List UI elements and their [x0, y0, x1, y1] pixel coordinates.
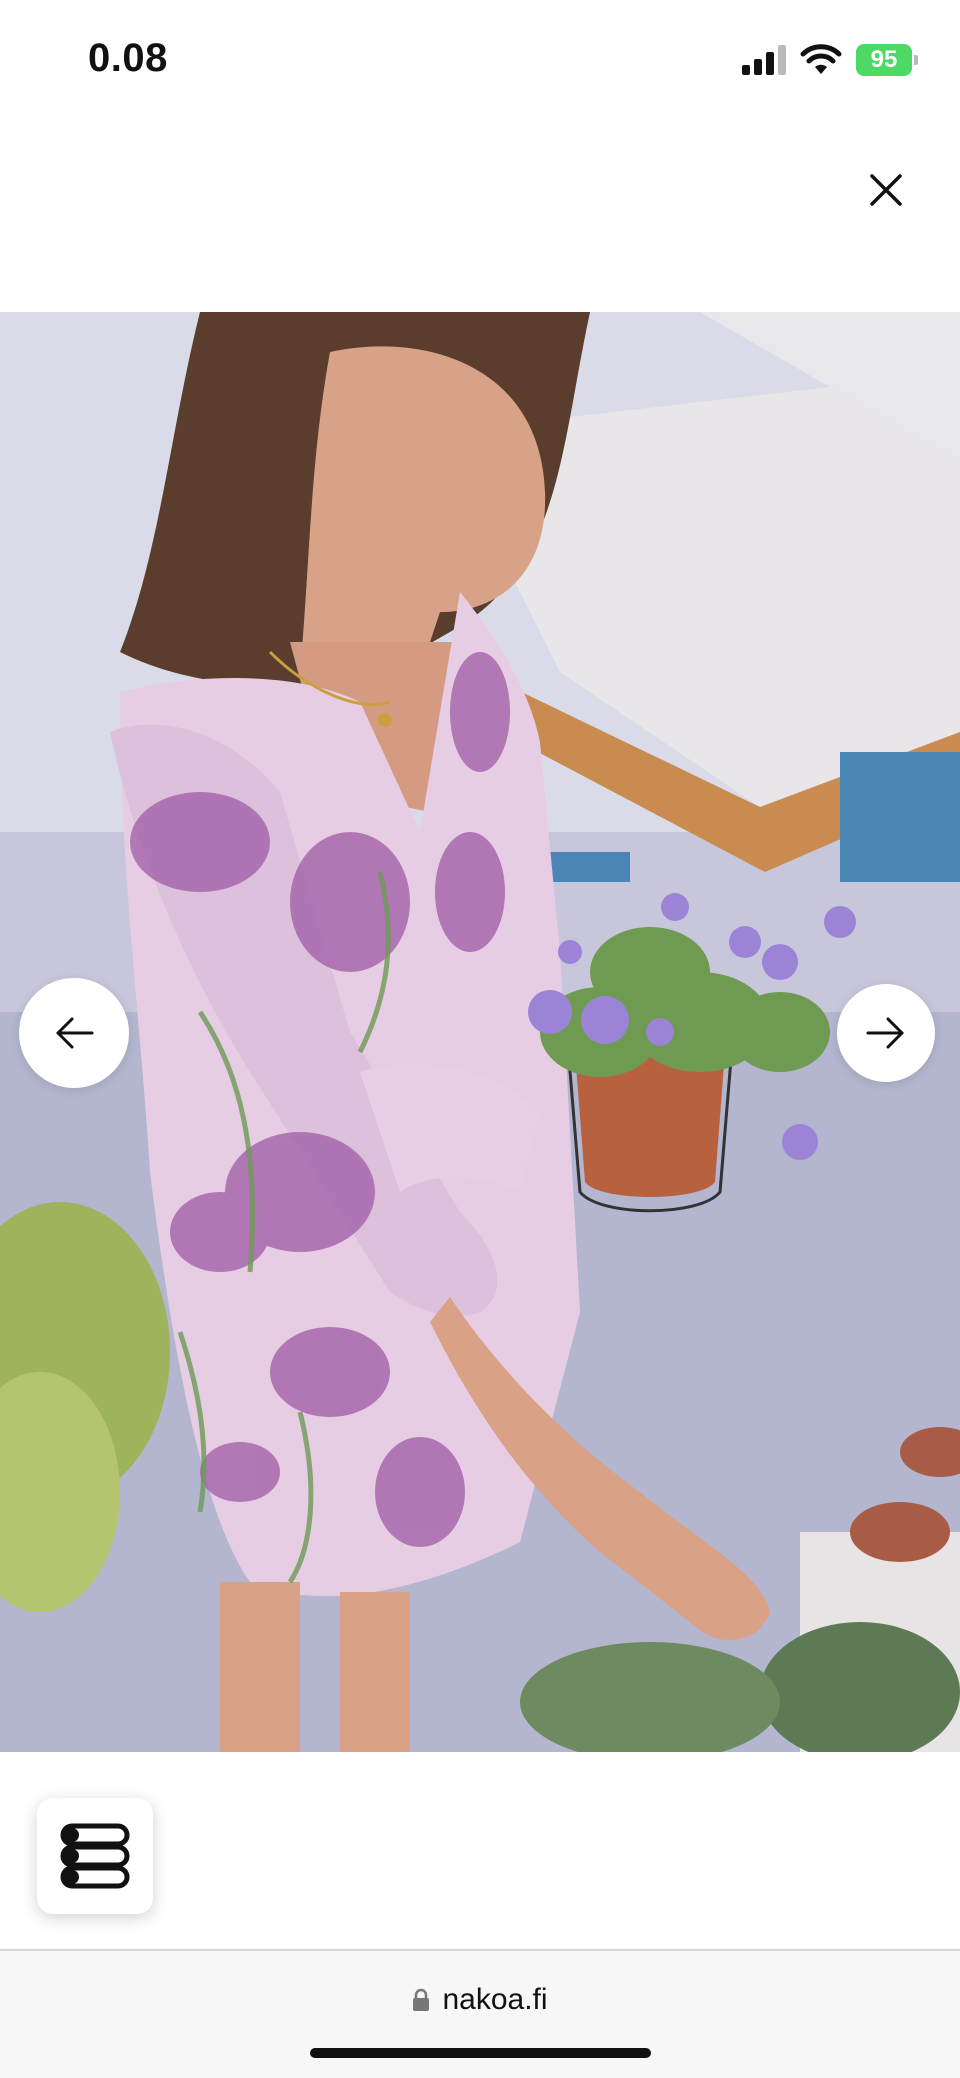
next-image-button[interactable]: [837, 984, 935, 1082]
browser-address-bar[interactable]: nakoa.fi: [0, 1951, 960, 2078]
menu-button[interactable]: [37, 1798, 153, 1914]
status-icons: 95: [742, 40, 918, 80]
battery-level: 95: [870, 46, 898, 73]
product-photo: [0, 312, 960, 1752]
close-button[interactable]: [862, 166, 910, 214]
arrow-right-icon: [866, 1017, 904, 1049]
lock-icon: [413, 1988, 430, 2011]
home-indicator[interactable]: [310, 2048, 651, 2058]
menu-logo-icon: [60, 1823, 130, 1889]
url-text: nakoa.fi: [442, 1983, 548, 2016]
status-time: 0.08: [88, 36, 168, 80]
wifi-icon: [800, 44, 842, 74]
signal-icon: [742, 45, 786, 75]
product-gallery-image[interactable]: [0, 312, 960, 1752]
url-display[interactable]: nakoa.fi: [0, 1983, 960, 2017]
arrow-left-icon: [56, 1017, 94, 1049]
close-icon: [870, 174, 902, 206]
status-bar: 0.08 95: [0, 0, 960, 120]
previous-image-button[interactable]: [19, 978, 129, 1088]
battery-charging-icon: 95: [856, 44, 918, 76]
